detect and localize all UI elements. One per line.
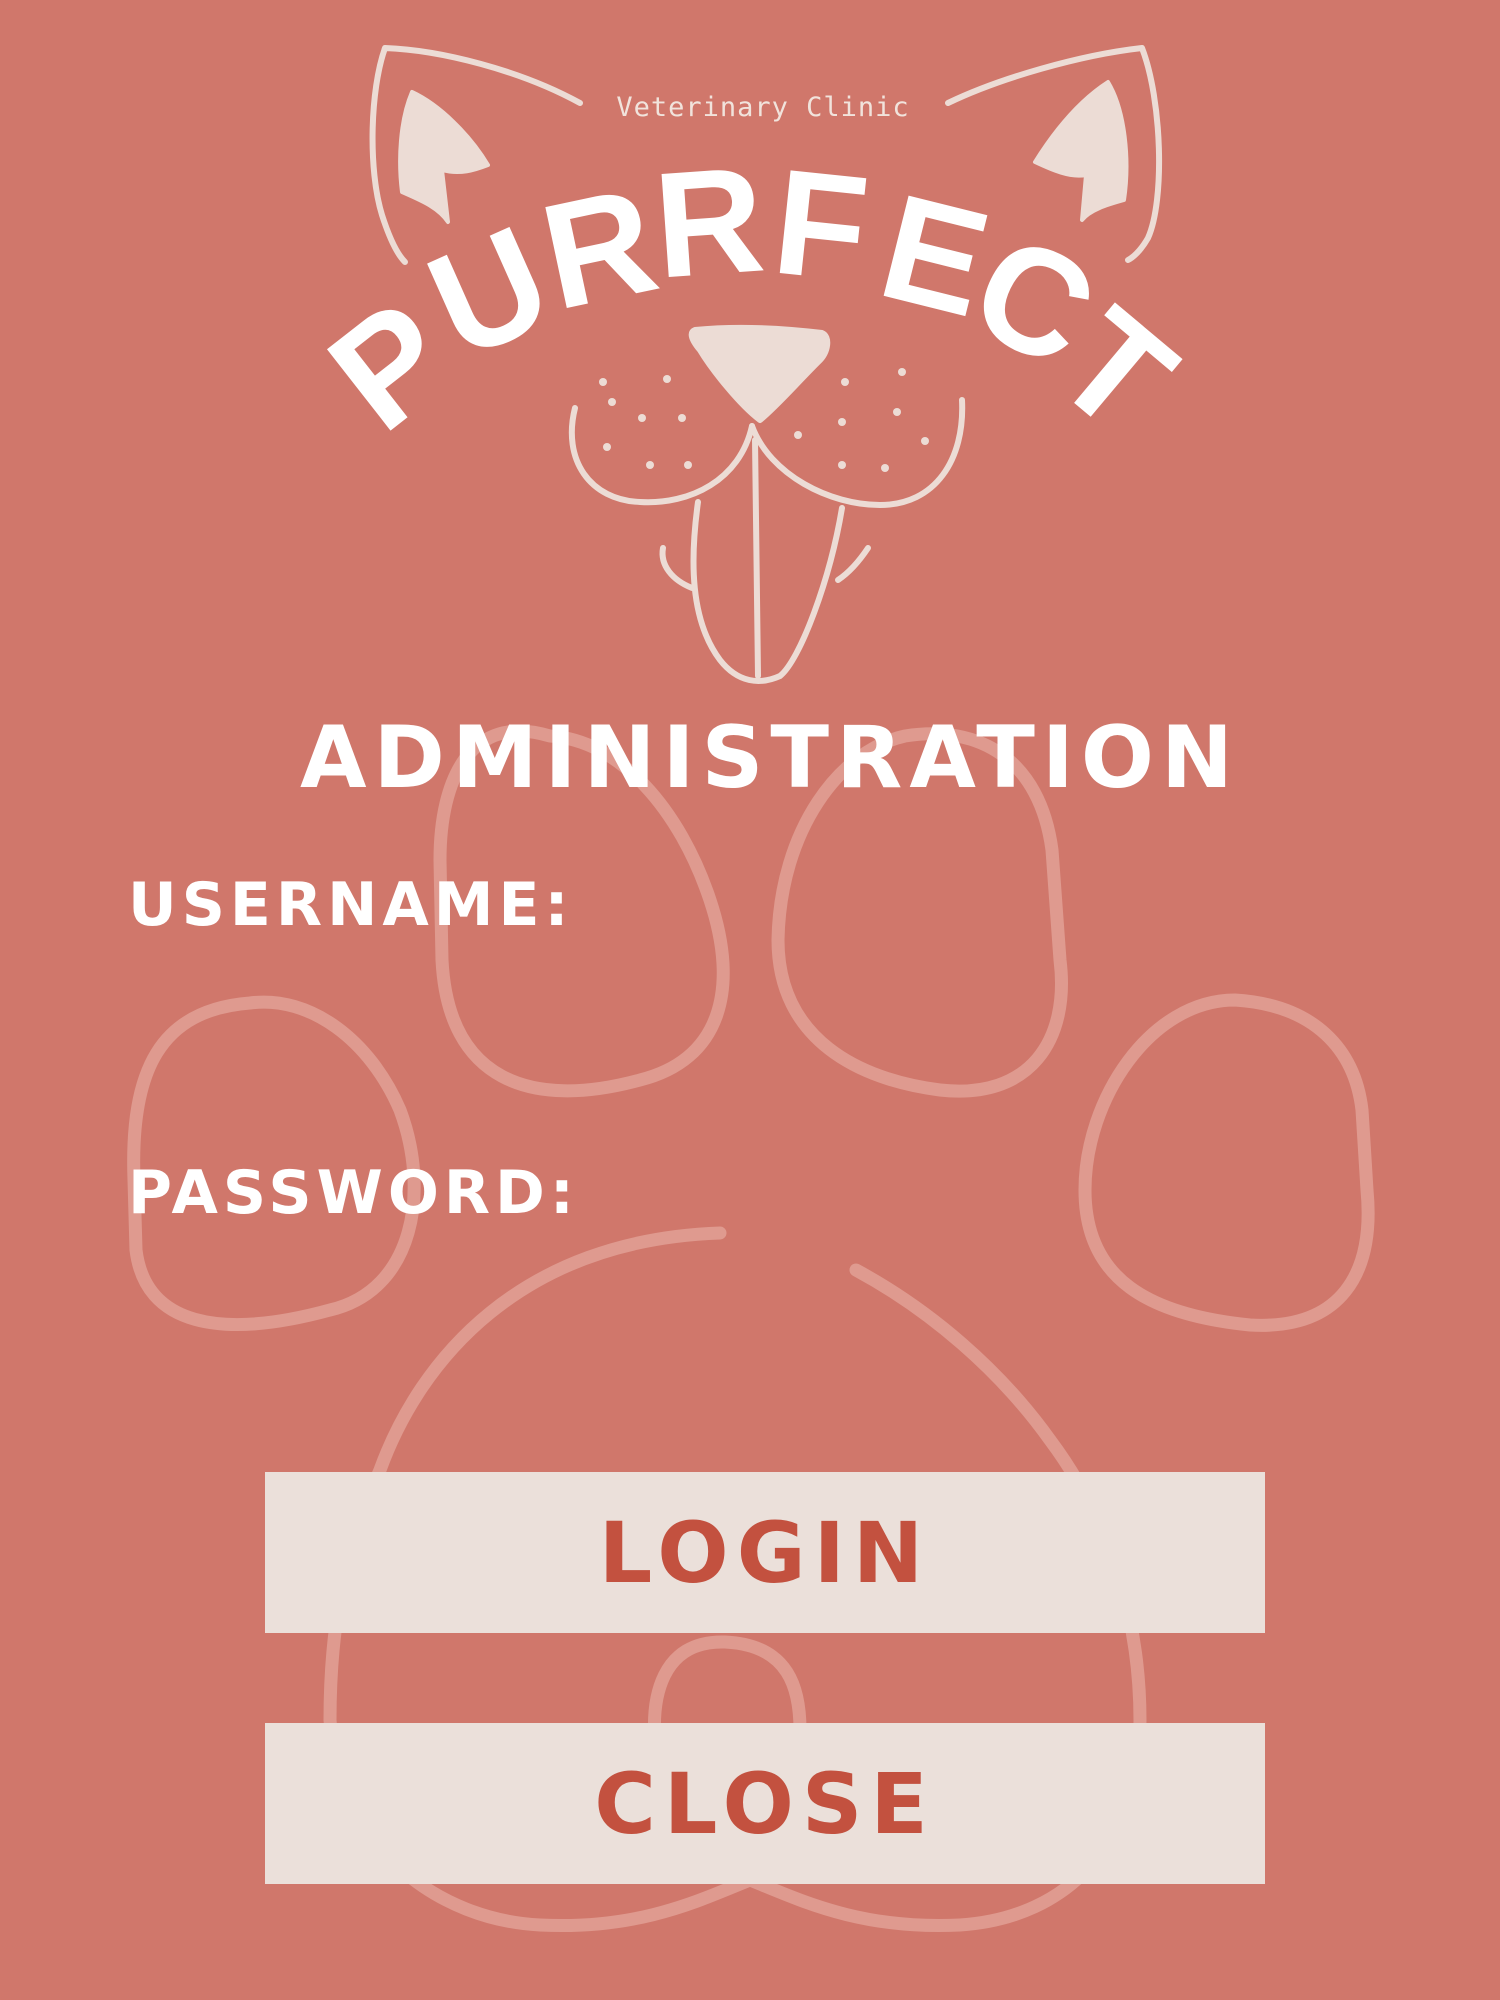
password-row: PASSWORD: xyxy=(128,1148,1228,1238)
brand-name: P U R R F E C T xyxy=(299,134,1205,465)
login-button[interactable]: LOGIN xyxy=(265,1472,1265,1633)
password-input[interactable] xyxy=(598,1157,1228,1229)
login-button-label: LOGIN xyxy=(598,1503,932,1602)
brand-letter: R xyxy=(649,134,770,310)
username-input[interactable] xyxy=(593,869,1228,941)
brand-letter: F xyxy=(766,136,876,314)
page-heading: ADMINISTRATION xyxy=(300,708,1240,808)
password-label: PASSWORD: xyxy=(128,1158,579,1228)
close-button[interactable]: CLOSE xyxy=(265,1723,1265,1884)
username-row: USERNAME: xyxy=(128,860,1228,950)
close-button-label: CLOSE xyxy=(594,1754,936,1853)
clinic-tagline: Veterinary Clinic xyxy=(616,92,910,123)
username-label: USERNAME: xyxy=(128,870,574,940)
